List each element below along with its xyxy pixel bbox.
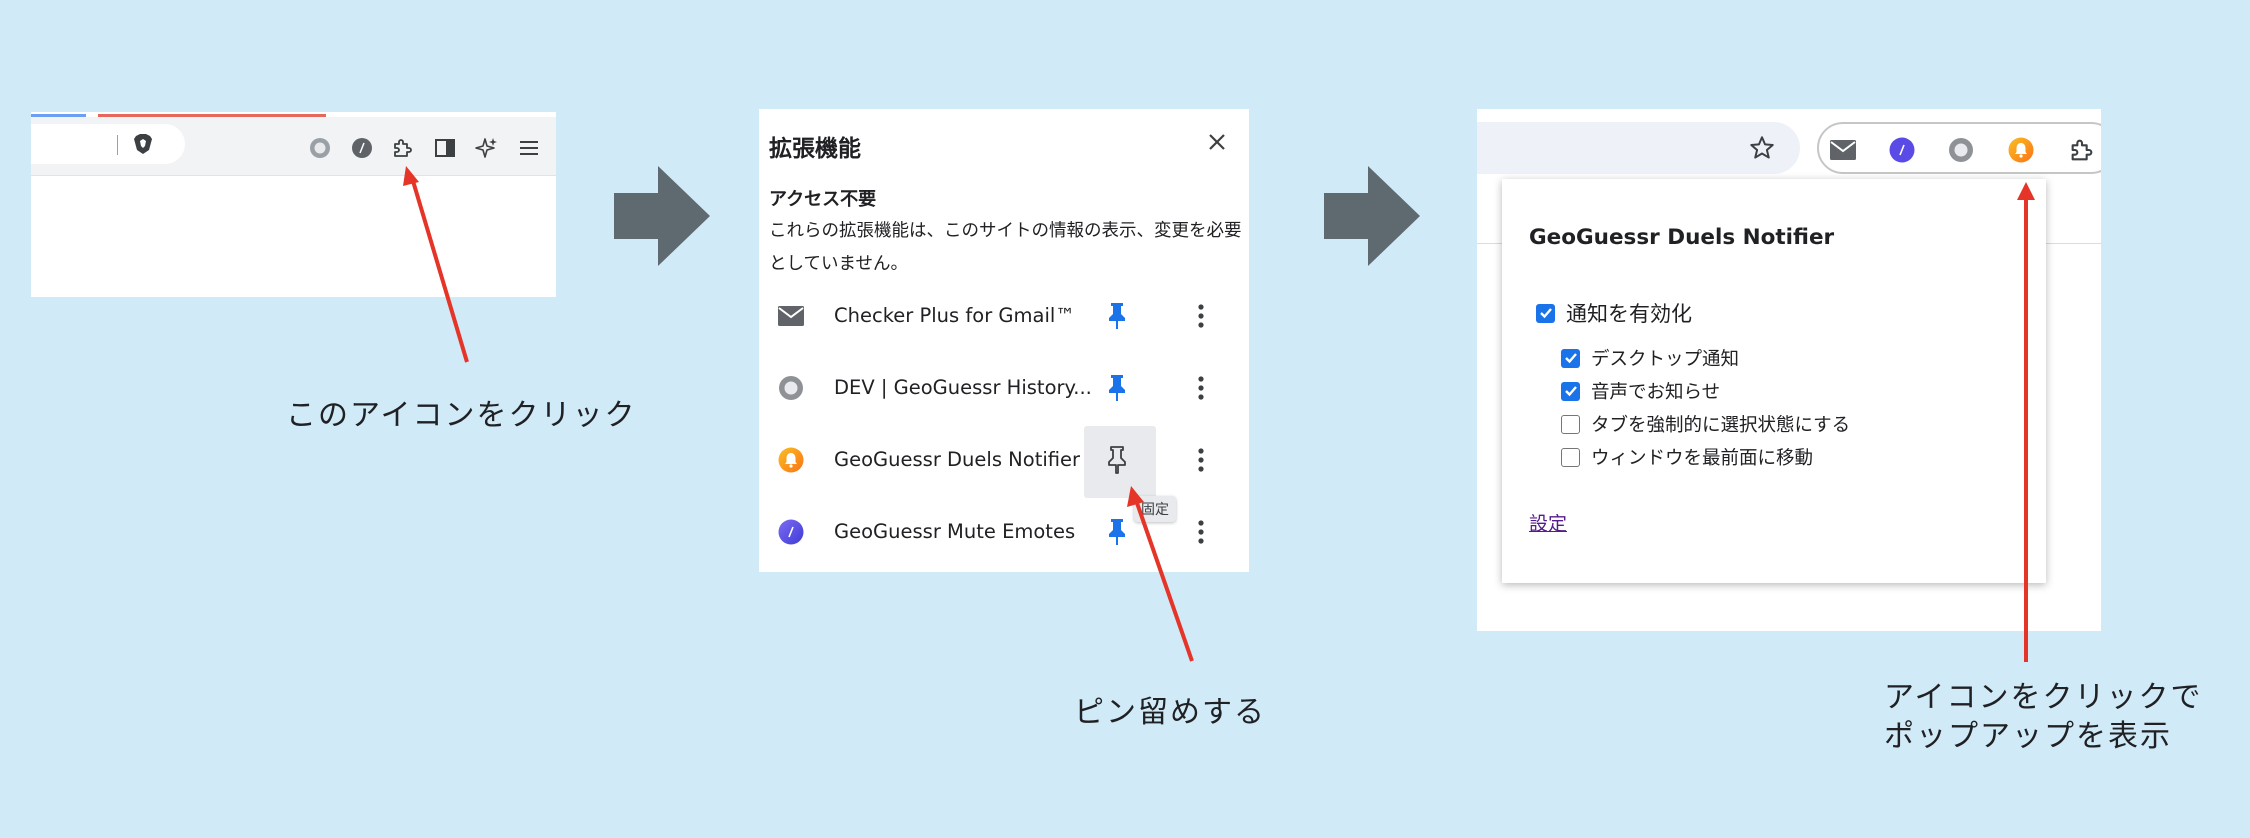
step1-caption: このアイコンをクリック [286,398,637,433]
annotation-arrow-2 [1127,486,1194,662]
annotation-arrow-1 [403,166,469,363]
annotation-arrow-3 [2017,182,2035,662]
step3-caption: アイコンをクリックで ポップアップを表示 [1884,678,2203,756]
step3-caption-line2: ポップアップを表示 [1884,719,2172,754]
step2-caption: ピン留めする [1074,695,1266,730]
step3-caption-line1: アイコンをクリックで [1884,680,2203,715]
